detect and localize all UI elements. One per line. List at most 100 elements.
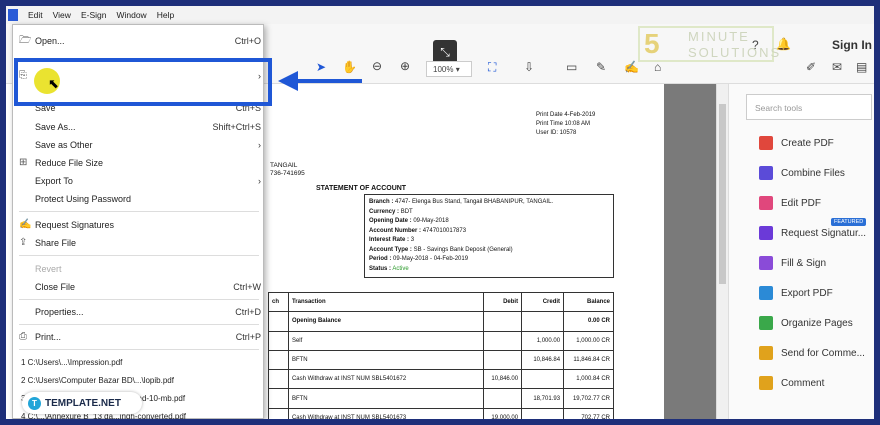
- menu-item-shortcut: Ctrl+O: [234, 36, 261, 46]
- bell-icon[interactable]: 🔔: [776, 37, 791, 51]
- menu-item-label: Close File: [35, 282, 76, 292]
- table-cell: 11,846.84 CR: [563, 349, 614, 371]
- currency-label: Currency :: [369, 208, 400, 215]
- menu-item-request-signatures[interactable]: ✍ Request Signatures: [19, 217, 261, 233]
- table-header: ch: [268, 291, 289, 313]
- recent-file-2[interactable]: 2 C:\Users\Computer Bazar BD\...\lopib.p…: [21, 372, 247, 388]
- page-fit-icon[interactable]: ⛶: [488, 60, 496, 75]
- menu-edit[interactable]: Edit: [23, 10, 48, 20]
- tool-icon: [759, 196, 773, 210]
- menu-bar: Edit View E-Sign Window Help: [6, 6, 874, 24]
- tool-comment[interactable]: Comment: [759, 372, 874, 394]
- menu-item-properties[interactable]: Properties... Ctrl+D: [35, 304, 261, 320]
- menu-item-label: Request Signatures: [35, 220, 115, 230]
- table-cell: BFTN: [287, 388, 485, 409]
- tool-combine-files[interactable]: Combine Files: [759, 162, 874, 184]
- menu-item-label: Open...: [35, 36, 65, 46]
- menu-item-reduce-file-size[interactable]: ⊞ Reduce File Size: [19, 155, 261, 171]
- zoom-out-icon[interactable]: ⊖: [372, 59, 382, 73]
- share-icon[interactable]: ✐: [806, 60, 816, 74]
- tool-icon: [759, 256, 773, 270]
- tutorial-arrow-icon: [278, 71, 362, 91]
- tool-icon: [759, 376, 773, 390]
- tool-create-pdf[interactable]: Create PDF: [759, 132, 874, 154]
- menu-separator: [19, 324, 259, 325]
- table-cell: BFTN: [287, 349, 485, 371]
- tool-fill-sign[interactable]: Fill & Sign: [759, 252, 874, 274]
- comment-icon[interactable]: ▭: [566, 60, 577, 74]
- tool-label: Organize Pages: [781, 317, 853, 329]
- menu-item-save-as[interactable]: Save As... Shift+Ctrl+S: [35, 119, 261, 135]
- menu-window[interactable]: Window: [111, 10, 151, 20]
- branch-value: 4747- Elenga Bus Stand, Tangail BHABANIP…: [395, 199, 554, 205]
- tool-icon: [759, 136, 773, 150]
- table-cell: [483, 330, 523, 351]
- tool-icon: [759, 286, 773, 300]
- scrollbar-thumb[interactable]: [719, 104, 726, 284]
- template-logo-icon: T: [28, 396, 41, 410]
- menu-item-label: Print...: [35, 332, 62, 342]
- tool-label: Comment: [781, 377, 825, 389]
- table-cell: 1,000.00 CR: [563, 330, 614, 351]
- sign-in-button[interactable]: Sign In: [832, 38, 872, 52]
- table-cell: [521, 369, 565, 390]
- brand-name: TEMPLATE.NET: [45, 397, 121, 409]
- recent-file-1[interactable]: 1 C:\Users\...\Impression.pdf: [21, 354, 247, 370]
- table-cell: 0.00 CR: [563, 311, 614, 332]
- search-tools-input[interactable]: Search tools: [746, 94, 872, 120]
- table-cell: 18,701.93: [521, 388, 565, 409]
- user-id: User ID: 10578: [536, 130, 577, 136]
- highlight-icon[interactable]: ✎: [596, 60, 606, 74]
- menu-help[interactable]: Help: [152, 10, 179, 20]
- period-label: Period :: [369, 256, 392, 262]
- menu-item-export-to[interactable]: Export To ›: [35, 173, 261, 189]
- address-line-1: TANGAIL: [270, 162, 298, 169]
- zoom-in-icon[interactable]: ⊕: [400, 59, 410, 73]
- menu-item-open[interactable]: 🗁 Open... Ctrl+O: [19, 33, 261, 49]
- table-cell: [483, 388, 523, 409]
- tool-send-for-comme[interactable]: Send for Comme...: [759, 342, 874, 364]
- table-cell: 10,846.84: [521, 349, 565, 371]
- more-icon[interactable]: ▤: [856, 60, 867, 74]
- email-icon[interactable]: ✉: [832, 60, 842, 74]
- menu-item-label: Share File: [35, 238, 77, 248]
- sign-icon[interactable]: ✍: [624, 60, 639, 74]
- tool-edit-pdf[interactable]: Edit PDF: [759, 192, 874, 214]
- menu-view[interactable]: View: [48, 10, 76, 20]
- tool-request-signatur[interactable]: Request Signatur...: [759, 222, 874, 244]
- statement-title: STATEMENT OF ACCOUNT: [316, 185, 407, 192]
- zoom-level-select[interactable]: 100% ▾: [426, 61, 472, 77]
- address-line-2: 736-741695: [270, 170, 305, 177]
- menu-separator: [19, 211, 259, 212]
- interest-rate-label: Interest Rate :: [369, 237, 410, 243]
- table-cell: Cash Withdraw at INST NUM SBL5401672: [287, 369, 485, 390]
- tool-organize-pages[interactable]: Organize Pages: [759, 312, 874, 334]
- account-number-label: Account Number :: [369, 227, 422, 234]
- table-cell: [521, 311, 565, 332]
- table-cell: 19,000.00: [483, 407, 523, 419]
- tool-label: Combine Files: [781, 167, 845, 179]
- menu-esign[interactable]: E-Sign: [76, 10, 112, 20]
- menu-item-label: Save As...: [35, 122, 76, 132]
- document-viewport[interactable]: Print Date 4-Feb-2019 Print Time 10:08 A…: [268, 84, 716, 419]
- vertical-scrollbar[interactable]: [716, 84, 728, 419]
- menu-item-close-file[interactable]: Close File Ctrl+W: [35, 279, 261, 295]
- stamp-icon[interactable]: ⌂: [654, 60, 661, 74]
- menu-item-save-as-other[interactable]: Save as Other ›: [35, 137, 261, 153]
- submenu-chevron-icon: ›: [258, 140, 261, 150]
- table-cell: 1,000.00: [521, 330, 565, 351]
- transaction-table: ch Transaction Debit Credit Balance Open…: [268, 291, 614, 419]
- scroll-mode-icon[interactable]: ⇩: [524, 60, 534, 74]
- help-icon[interactable]: ?: [752, 38, 759, 52]
- app-icon: [8, 9, 18, 21]
- opening-label: Opening Date :: [369, 218, 412, 224]
- menu-item-label: Properties...: [35, 307, 84, 317]
- opening-value: 09-May-2018: [413, 218, 449, 224]
- tool-export-pdf[interactable]: Export PDF: [759, 282, 874, 304]
- menu-item-share-file[interactable]: ⇪ Share File: [19, 235, 261, 251]
- menu-item-protect-password[interactable]: Protect Using Password: [35, 191, 261, 207]
- tool-label: Edit PDF: [781, 197, 822, 209]
- template-net-badge: T TEMPLATE.NET: [22, 392, 142, 414]
- tool-label: Fill & Sign: [781, 257, 827, 269]
- menu-item-print[interactable]: ⎙ Print... Ctrl+P: [19, 329, 261, 345]
